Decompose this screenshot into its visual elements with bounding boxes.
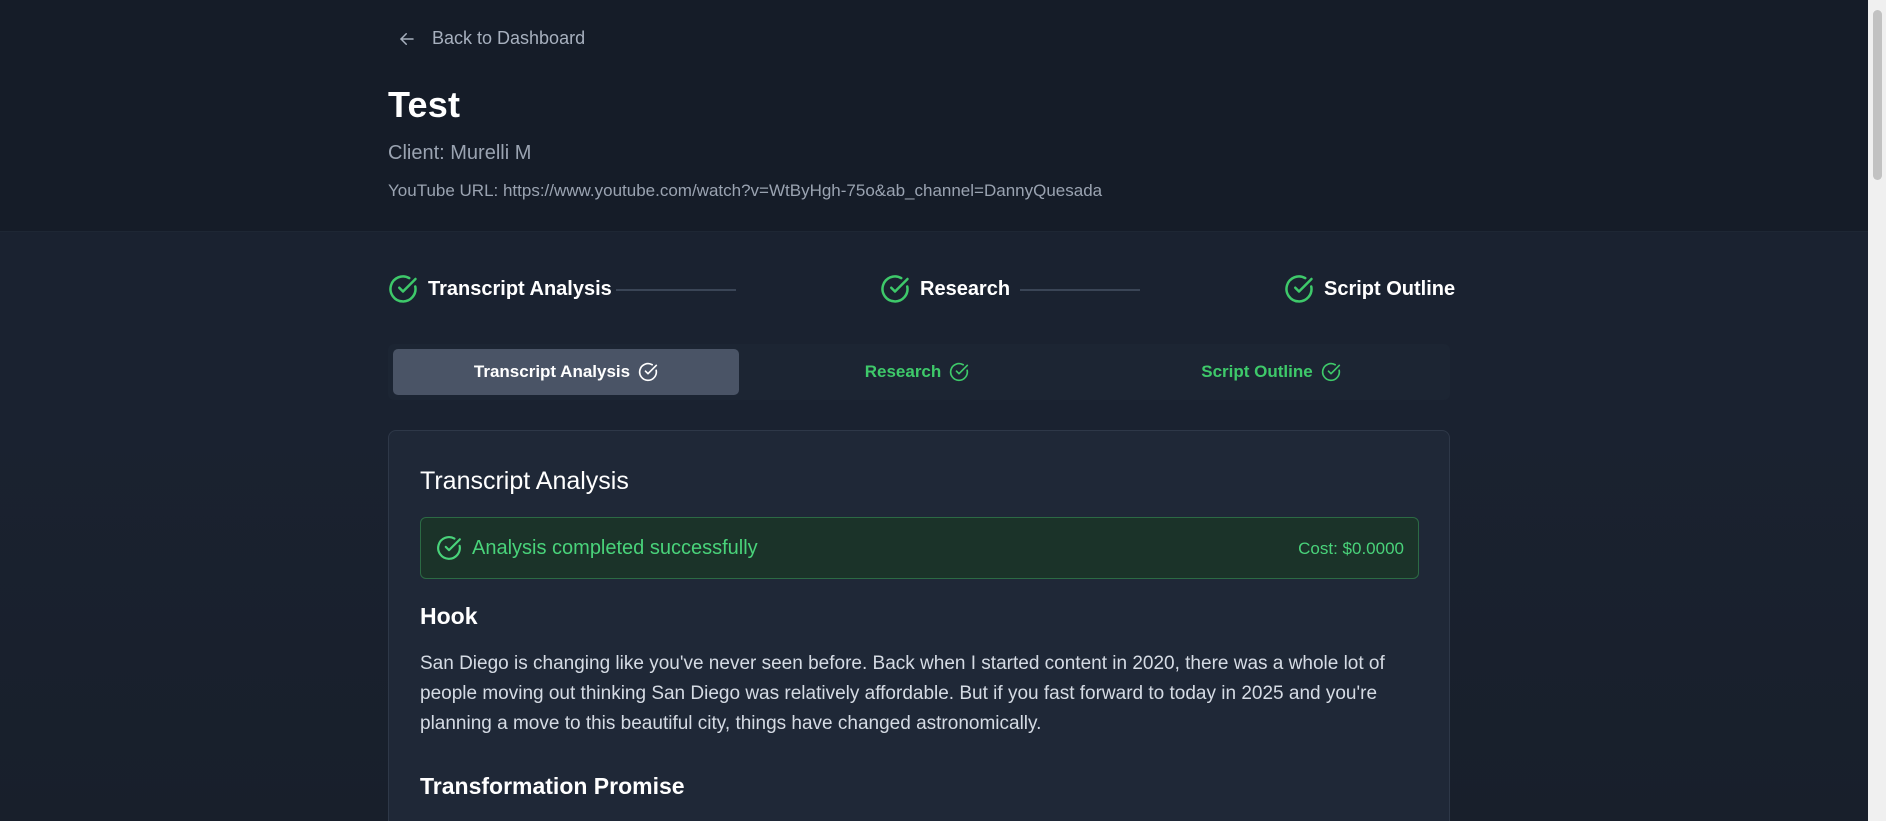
check-circle-icon [1285,275,1313,303]
section-body-hook: San Diego is changing like you've never … [420,653,1385,734]
step-transcript-analysis: Transcript Analysis [388,274,612,304]
check-circle-icon [1321,362,1340,382]
tab-label: Research [864,362,942,381]
check-circle-icon [389,275,417,303]
card-title: Transcript Analysis [420,467,629,495]
scrollbar-thumb[interactable] [1873,10,1882,180]
back-link-label: Back to Dashboard [432,28,586,48]
section-heading-hook: Hook [420,603,478,629]
step-label: Script Outline [1324,277,1456,300]
check-circle-icon [437,536,461,560]
page: Back to Dashboard Test Client: Murelli M… [0,0,1886,821]
header-band: Back to Dashboard Test Client: Murelli M… [0,0,1868,232]
check-circle-icon [881,275,909,303]
step-connector [616,289,736,291]
check-circle-icon [950,362,969,382]
tab-label: Transcript Analysis [473,362,631,381]
tab-label: Script Outline [1201,362,1313,381]
analysis-card: Transcript Analysis Analysis completed s… [388,430,1450,821]
step-connector [1020,289,1140,291]
success-alert: Analysis completed successfully Cost: $0… [420,517,1419,579]
back-to-dashboard-link[interactable]: Back to Dashboard [398,28,585,49]
check-circle-icon [638,362,658,382]
tab-bar: Transcript Analysis Research Script Outl… [388,344,1450,400]
youtube-url: YouTube URL: https://www.youtube.com/wat… [388,181,1103,200]
step-label: Research [920,277,1011,300]
tab-research[interactable]: Research [744,349,1090,395]
alert-cost: Cost: $0.0000 [1298,539,1404,558]
tab-transcript-analysis[interactable]: Transcript Analysis [393,349,739,395]
page-title: Test [388,84,461,125]
step-script-outline: Script Outline [1284,274,1455,304]
arrow-left-icon [400,32,414,45]
client-name: Client: Murelli M [388,142,532,164]
section-heading-transformation-promise: Transformation Promise [420,773,685,799]
tab-script-outline[interactable]: Script Outline [1098,349,1444,395]
page-scrollbar[interactable] [1868,0,1886,821]
alert-message: Analysis completed successfully [472,537,758,559]
progress-stepper: Transcript Analysis Research Script Outl… [388,274,1455,306]
header-content: Back to Dashboard Test Client: Murelli M… [388,0,1448,232]
step-label: Transcript Analysis [428,277,612,300]
step-research: Research [880,274,1010,304]
